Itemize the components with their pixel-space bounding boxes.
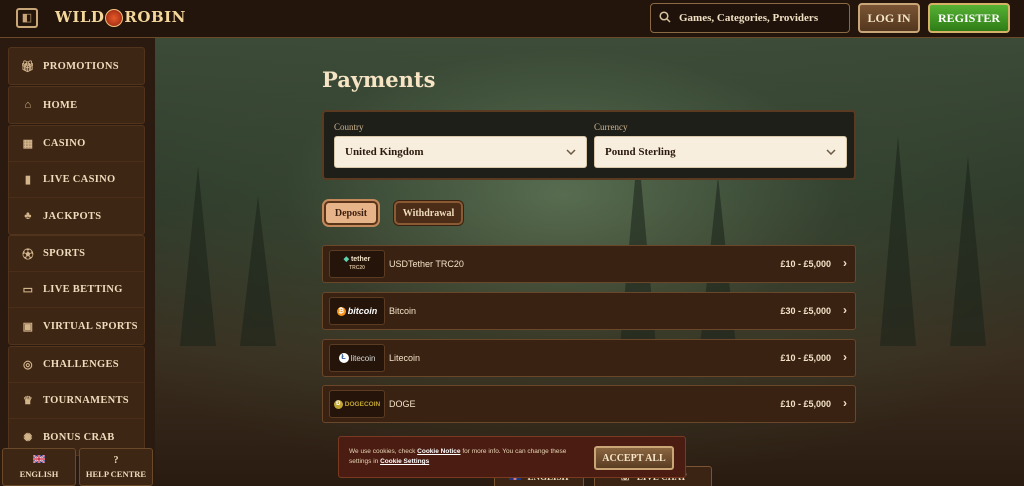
litecoin-logo-text: litecoin — [350, 353, 376, 363]
sidebar-item-label: VIRTUAL SPORTS — [43, 320, 138, 332]
sidebar-item-casino[interactable]: ▦ CASINO — [9, 126, 144, 162]
country-label: Country — [334, 122, 364, 132]
sidebar-item-virtual-sports[interactable]: ▣ VIRTUAL SPORTS — [9, 308, 144, 344]
sidebar-item-challenges[interactable]: ◎ CHALLENGES — [9, 347, 144, 383]
chevron-down-icon — [826, 147, 836, 158]
bitcoin-logo-text: bitcoin — [347, 306, 378, 316]
sidebar: 🎁︎ PROMOTIONS ⌂ HOME ▦ CASINO ▮ LIVE CAS… — [0, 38, 155, 486]
cookie-notice-link[interactable]: Cookie Notice — [417, 448, 460, 455]
tether-logo-sub: TRC20 — [349, 265, 365, 271]
page-title: Payments — [322, 67, 436, 92]
tether-logo-text: tether — [350, 256, 371, 263]
tether-logo: ◆ tether TRC20 — [329, 250, 385, 278]
sidebar-group-casino: ▦ CASINO ▮ LIVE CASINO ♣ JACKPOTS — [8, 125, 145, 235]
dogecoin-logo: Ð DOGECOIN — [329, 390, 385, 418]
sidebar-toggle-icon[interactable]: ◧ — [16, 8, 38, 28]
cookie-text-part: We use cookies, check — [349, 448, 418, 455]
language-button[interactable]: ENGLISH — [2, 448, 76, 486]
currency-label: Currency — [594, 122, 628, 132]
currency-select[interactable]: Pound Sterling — [594, 136, 847, 168]
sidebar-item-home[interactable]: ⌂ HOME — [9, 87, 144, 123]
payment-method-name: DOGE — [389, 399, 416, 409]
language-label: ENGLISH — [19, 469, 59, 479]
payment-method-range: £10 - £5,000 — [780, 353, 831, 363]
monitor-icon: ▣ — [22, 320, 34, 333]
payment-method-range: £10 - £5,000 — [780, 259, 831, 269]
accept-all-button[interactable]: ACCEPT ALL — [594, 446, 674, 470]
crab-icon: ✺ — [23, 431, 33, 444]
ball-icon: ⚽︎ — [22, 248, 34, 261]
filter-panel: Country United Kingdom Currency Pound St… — [322, 110, 856, 180]
bitcoin-logo: ₿ bitcoin — [329, 297, 385, 325]
country-value: United Kingdom — [345, 146, 424, 158]
sidebar-item-label: JACKPOTS — [43, 210, 102, 222]
payment-method-range: £10 - £5,000 — [780, 399, 831, 409]
sidebar-item-label: PROMOTIONS — [43, 60, 119, 72]
country-select[interactable]: United Kingdom — [334, 136, 587, 168]
sidebar-group-promotions: 🎁︎ PROMOTIONS — [8, 47, 145, 85]
sidebar-item-label: LIVE BETTING — [43, 284, 123, 295]
tab-deposit[interactable]: Deposit — [324, 201, 378, 225]
logo-emblem-icon — [105, 9, 124, 27]
search-box[interactable] — [650, 3, 850, 33]
sidebar-item-label: BONUS CRAB — [43, 431, 115, 443]
clover-icon: ♣ — [24, 210, 32, 222]
top-bar: ◧ WILD ROBIN LOG IN REGISTER — [0, 0, 1024, 38]
currency-value: Pound Sterling — [605, 146, 676, 158]
help-icon: ? — [113, 455, 119, 466]
payment-method-row[interactable]: Ł litecoin Litecoin £10 - £5,000 › — [322, 339, 856, 377]
login-button[interactable]: LOG IN — [858, 3, 920, 33]
payment-method-name: Litecoin — [389, 353, 421, 363]
sidebar-item-tournaments[interactable]: ♛ TOURNAMENTS — [9, 383, 144, 419]
sidebar-item-label: HOME — [43, 99, 78, 111]
payment-method-range: £30 - £5,000 — [780, 306, 831, 316]
help-centre-button[interactable]: ? HELP CENTRE — [79, 448, 153, 486]
cookie-text: We use cookies, check Cookie Notice for … — [349, 447, 589, 467]
chevron-right-icon: › — [843, 350, 847, 364]
sidebar-item-label: SPORTS — [43, 248, 86, 259]
chevron-down-icon — [566, 147, 576, 158]
cookie-settings-link[interactable]: Cookie Settings — [380, 458, 429, 465]
sidebar-item-promotions[interactable]: 🎁︎ PROMOTIONS — [9, 48, 144, 84]
uk-flag-icon — [32, 454, 46, 466]
payment-method-row[interactable]: ◆ tether TRC20 USDTether TRC20 £10 - £5,… — [322, 245, 856, 283]
gift-icon: 🎁︎ — [20, 60, 36, 73]
sidebar-item-label: TOURNAMENTS — [43, 395, 129, 406]
register-button[interactable]: REGISTER — [928, 3, 1010, 33]
dogecoin-logo-text: DOGECOIN — [344, 400, 381, 408]
sidebar-group-sports: ⚽︎ SPORTS ▭ LIVE BETTING ▣ VIRTUAL SPORT… — [8, 235, 145, 345]
home-icon: ⌂ — [24, 99, 32, 111]
sidebar-item-label: CHALLENGES — [43, 359, 119, 370]
payment-method-name: USDTether TRC20 — [389, 259, 464, 269]
chevron-right-icon: › — [843, 303, 847, 317]
sidebar-item-label: CASINO — [43, 138, 86, 149]
payment-method-name: Bitcoin — [389, 306, 417, 316]
casino-icon: ▦ — [22, 138, 34, 150]
logo-text-right: ROBIN — [124, 8, 186, 26]
litecoin-logo: Ł litecoin — [329, 344, 385, 372]
search-icon — [659, 10, 671, 26]
chevron-right-icon: › — [843, 256, 847, 270]
payment-method-row[interactable]: ₿ bitcoin Bitcoin £30 - £5,000 › — [322, 292, 856, 330]
sidebar-item-jackpots[interactable]: ♣ JACKPOTS — [9, 198, 144, 234]
payment-method-row[interactable]: Ð DOGECOIN DOGE £10 - £5,000 › — [322, 385, 856, 423]
sidebar-item-live-betting[interactable]: ▭ LIVE BETTING — [9, 272, 144, 308]
live-icon: ▭ — [22, 284, 34, 296]
tab-withdrawal[interactable]: Withdrawal — [394, 201, 463, 225]
search-input[interactable] — [679, 12, 839, 24]
sidebar-item-live-casino[interactable]: ▮ LIVE CASINO — [9, 162, 144, 198]
cookie-banner: We use cookies, check Cookie Notice for … — [338, 436, 686, 478]
chevron-right-icon: › — [843, 396, 847, 410]
help-label: HELP CENTRE — [85, 469, 147, 479]
sidebar-item-sports[interactable]: ⚽︎ SPORTS — [9, 236, 144, 272]
sidebar-group-home: ⌂ HOME — [8, 86, 145, 124]
target-icon: ◎ — [23, 359, 33, 371]
logo-text-left: WILD — [55, 8, 105, 26]
sidebar-group-challenges: ◎ CHALLENGES ♛ TOURNAMENTS ✺ BONUS CRAB — [8, 346, 145, 456]
live-casino-icon: ▮ — [24, 174, 32, 186]
sidebar-item-label: LIVE CASINO — [43, 174, 116, 185]
logo[interactable]: WILD ROBIN — [55, 8, 186, 27]
trophy-icon: ♛ — [22, 395, 34, 407]
